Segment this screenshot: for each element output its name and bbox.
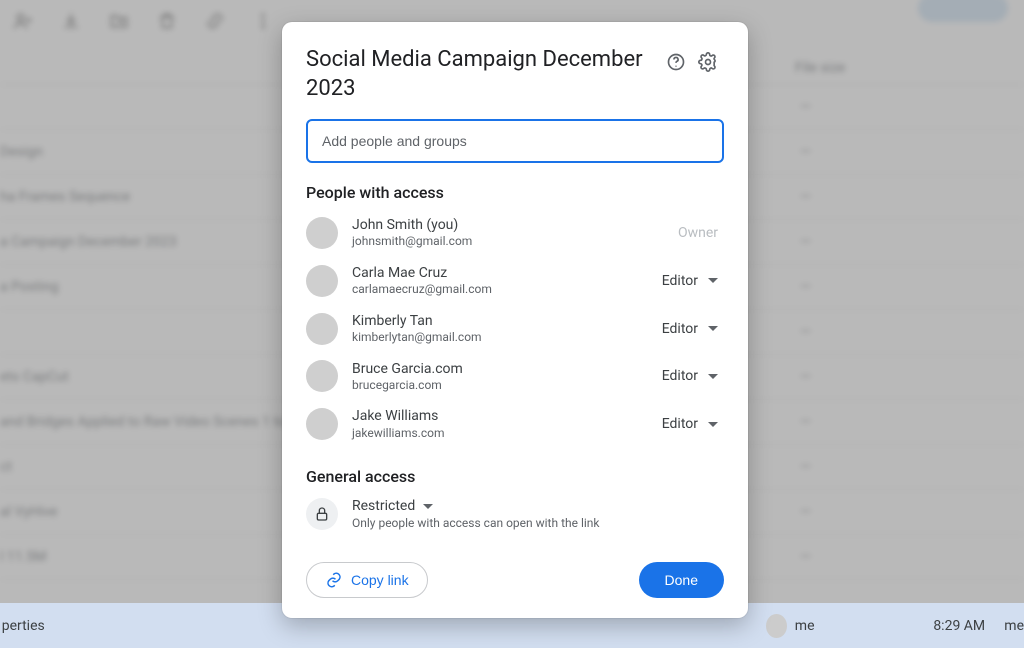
add-people-input[interactable] — [306, 119, 724, 163]
access-mode-description: Only people with access can open with th… — [352, 516, 600, 530]
person-row: Kimberly Tan kimberlytan@gmail.com Edito… — [306, 312, 724, 346]
avatar — [306, 265, 338, 297]
role-dropdown[interactable]: Editor — [656, 364, 724, 388]
gear-icon — [698, 52, 718, 72]
settings-button[interactable] — [692, 46, 724, 78]
person-name: Jake Williams — [352, 407, 656, 425]
person-name: John Smith (you) — [352, 216, 678, 234]
chevron-down-icon — [708, 278, 718, 283]
role-dropdown[interactable]: Editor — [656, 317, 724, 341]
avatar — [766, 614, 787, 638]
person-name: Carla Mae Cruz — [352, 264, 656, 282]
copy-link-button[interactable]: Copy link — [306, 562, 428, 598]
avatar — [306, 313, 338, 345]
person-email: johnsmith@gmail.com — [352, 234, 678, 250]
person-row: Bruce Garcia.com brucegarcia.com Editor — [306, 360, 724, 394]
people-with-access-header: People with access — [306, 183, 724, 202]
person-name: Bruce Garcia.com — [352, 360, 656, 378]
person-row: John Smith (you) johnsmith@gmail.com Own… — [306, 216, 724, 250]
person-email: brucegarcia.com — [352, 378, 656, 394]
dialog-title: Social Media Campaign December 2023 — [306, 46, 660, 103]
help-icon — [666, 52, 686, 72]
lock-icon — [306, 498, 338, 530]
role-dropdown[interactable]: Editor — [656, 412, 724, 436]
access-mode-dropdown[interactable]: Restricted — [352, 498, 600, 514]
person-name: Kimberly Tan — [352, 312, 656, 330]
role-dropdown[interactable]: Editor — [656, 269, 724, 293]
link-icon — [325, 571, 343, 589]
help-button[interactable] — [660, 46, 692, 78]
done-button[interactable]: Done — [639, 562, 724, 598]
chevron-down-icon — [423, 504, 433, 509]
chevron-down-icon — [708, 326, 718, 331]
role-owner: Owner — [678, 225, 718, 241]
general-access-row: Restricted Only people with access can o… — [306, 498, 724, 530]
person-email: jakewilliams.com — [352, 426, 656, 442]
chevron-down-icon — [708, 422, 718, 427]
person-row: Carla Mae Cruz carlamaecruz@gmail.com Ed… — [306, 264, 724, 298]
avatar — [306, 217, 338, 249]
person-row: Jake Williams jakewilliams.com Editor — [306, 407, 724, 441]
person-email: carlamaecruz@gmail.com — [352, 282, 656, 298]
chevron-down-icon — [708, 374, 718, 379]
avatar — [306, 360, 338, 392]
avatar — [306, 408, 338, 440]
general-access-header: General access — [306, 467, 724, 486]
person-email: kimberlytan@gmail.com — [352, 330, 656, 346]
share-dialog: Social Media Campaign December 2023 Peop… — [282, 22, 748, 618]
